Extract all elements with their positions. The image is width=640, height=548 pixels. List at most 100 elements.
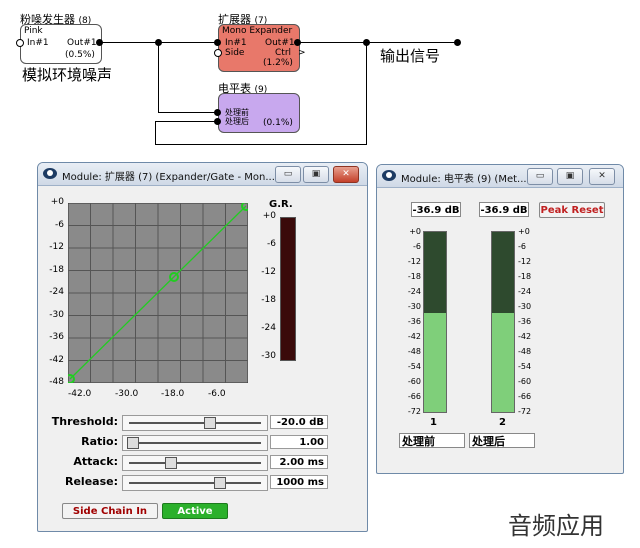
meter-tick: -24 [407, 287, 421, 296]
close-button[interactable]: ✕ [589, 168, 615, 185]
meter-tick: -42 [518, 332, 532, 341]
meter-window-title: Module: 电平表 (9) (Met... [401, 174, 527, 185]
meter-tick: -54 [518, 362, 532, 371]
expander-out-label: Out#1 [265, 38, 295, 48]
close-button[interactable]: ✕ [333, 166, 359, 183]
graph-ytick: -12 [49, 242, 64, 252]
wire-to-meter-in2 [155, 121, 216, 122]
watermark: 音频应用 [508, 512, 604, 540]
param-label: Release: [65, 475, 118, 488]
meter-tick: -72 [518, 407, 532, 416]
graph-xticks: -42.0 -30.0 -18.0 -6.0 [68, 389, 248, 401]
param-label: Attack: [73, 455, 118, 468]
graph-ytick: -48 [49, 377, 64, 387]
meter-tick: -30 [518, 302, 532, 311]
graph-ytick: -6 [55, 219, 64, 230]
transfer-curve-graph[interactable] [68, 203, 248, 383]
expander-window-titlebar[interactable]: Module: 扩展器 (7) (Expander/Gate - Mon... … [38, 163, 367, 186]
side-chain-in-button[interactable]: Side Chain In [62, 503, 158, 519]
expander-value: (1.2%) [263, 58, 293, 68]
minimize-button[interactable]: ▭ [275, 166, 301, 183]
meter-tick: -42 [407, 332, 421, 341]
module-eye-icon [43, 168, 57, 179]
ctrl-arrow-icon: > [298, 48, 306, 58]
peak-reset-button[interactable]: Peak Reset [539, 202, 605, 218]
graph-ytick: -18 [49, 264, 64, 275]
slider-thumb [214, 477, 227, 489]
gr-tick: -24 [261, 323, 276, 333]
slider-thumb [165, 457, 178, 469]
param-slider[interactable] [122, 475, 268, 491]
wire-pink-down [158, 42, 159, 112]
meter-tick: -12 [518, 257, 532, 266]
graph-yticks: +0 -6 -12 -18 -24 -30 -36 -42 -48 [46, 197, 66, 387]
param-slider[interactable] [122, 455, 268, 471]
gr-tick: -30 [261, 351, 276, 361]
meter-tick: -6 [518, 242, 526, 251]
meter-window: Module: 电平表 (9) (Met... ▭ ▣ ✕ -36.9 dB -… [376, 164, 624, 474]
pink-name: Pink [24, 26, 43, 36]
annotation-output: 输出信号 [380, 47, 441, 65]
level-meter-1 [423, 231, 447, 413]
level-meter-2 [491, 231, 515, 413]
channel-1-number: 1 [430, 417, 437, 428]
active-button[interactable]: Active [162, 503, 228, 519]
expander-name: Mono Expander [222, 26, 293, 36]
expander-block[interactable]: Mono Expander In#1 Side Out#1 Ctrl (1.2%… [218, 24, 300, 72]
output-end-node [454, 39, 461, 46]
meter-ticks-right: +0 -6 -12 -18 -24 -30 -36 -42 -48 -54 -60 -66 -72 [518, 227, 542, 416]
slider-thumb [203, 417, 216, 429]
param-value[interactable]: -20.0 dB [270, 415, 328, 429]
slider-track [129, 422, 261, 424]
gr-tick: -6 [267, 239, 276, 249]
pink-value: (0.5%) [65, 50, 95, 60]
meter-tick: -72 [407, 407, 421, 416]
gr-tick: +0 [262, 211, 276, 221]
wire-output-down [366, 42, 367, 144]
slider-track [129, 482, 261, 484]
meter-tick: -48 [518, 347, 532, 356]
graph-ytick: -36 [49, 332, 64, 342]
meter-tick: -6 [413, 242, 421, 251]
meter-tick: -54 [407, 362, 421, 371]
minimize-button[interactable]: ▭ [527, 168, 553, 185]
meter-value: (0.1%) [263, 118, 293, 128]
slider-thumb [127, 437, 139, 449]
channel-2-label[interactable]: 处理后 [469, 433, 535, 448]
meter-tick: -24 [518, 287, 532, 296]
meter-tick: -60 [407, 377, 421, 386]
param-slider[interactable] [122, 415, 268, 431]
expander-side-node[interactable] [214, 49, 222, 57]
meter-tick: -60 [518, 377, 532, 386]
pink-noise-block[interactable]: Pink In#1 Out#1 (0.5%) [20, 24, 102, 64]
gr-tick: -18 [261, 295, 276, 305]
meter-window-titlebar[interactable]: Module: 电平表 (9) (Met... ▭ ▣ ✕ [377, 165, 623, 188]
meter-tick: -12 [407, 257, 421, 266]
annotation-noise: 模拟环境噪声 [22, 66, 113, 84]
gr-label: G.R. [269, 199, 293, 210]
pink-in-label: In#1 [27, 38, 49, 48]
gr-ticks: +0 -6 -12 -18 -24 -30 [258, 211, 278, 361]
slider-track [129, 462, 261, 464]
param-value[interactable]: 1000 ms [270, 475, 328, 489]
meter-tick: -36 [407, 317, 421, 326]
graph-ytick: +0 [50, 197, 64, 207]
maximize-button[interactable]: ▣ [557, 168, 583, 185]
level-readout-2: -36.9 dB [479, 202, 529, 217]
pink-input-node[interactable] [16, 39, 24, 47]
meter-tick: -48 [407, 347, 421, 356]
maximize-button[interactable]: ▣ [303, 166, 329, 183]
gr-tick: -12 [261, 267, 276, 277]
param-label: Ratio: [81, 435, 118, 448]
param-value[interactable]: 2.00 ms [270, 455, 328, 469]
meter-tick: +0 [409, 227, 421, 236]
meter-block[interactable]: 处理前 处理后 (0.1%) [218, 93, 300, 133]
meter-tick: +0 [518, 227, 530, 236]
channel-1-label[interactable]: 处理前 [399, 433, 465, 448]
gr-meter-bar [280, 217, 296, 361]
wire-feedback-left [155, 121, 156, 145]
level-meter-1-fill [424, 313, 446, 412]
param-slider[interactable] [122, 435, 268, 451]
param-value[interactable]: 1.00 [270, 435, 328, 449]
expander-ctrl-label: Ctrl [275, 48, 292, 58]
